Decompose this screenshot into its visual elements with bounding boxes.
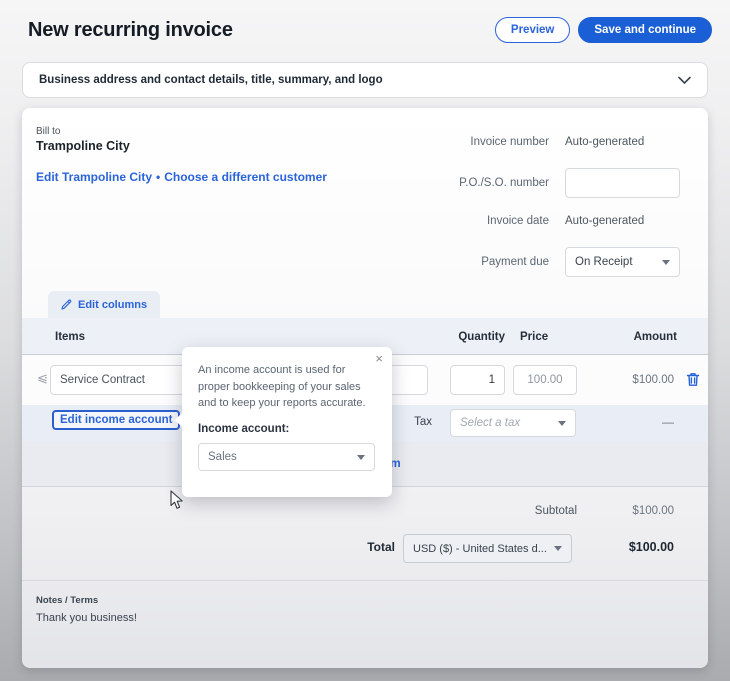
invoice-date-row: Invoice date Auto-generated xyxy=(487,215,680,227)
preview-button[interactable]: Preview xyxy=(494,17,571,43)
invoice-date-value: Auto-generated xyxy=(565,215,645,227)
payment-due-row: Payment due On Receipt xyxy=(481,247,680,277)
bill-to-label: Bill to xyxy=(36,126,61,137)
invoice-number-value: Auto-generated xyxy=(565,136,645,148)
link-separator: • xyxy=(156,170,161,184)
total-label: Total xyxy=(367,540,395,554)
customer-name: Trampoline City xyxy=(36,139,130,153)
pencil-icon xyxy=(61,299,72,310)
amount-column-header: Amount xyxy=(633,331,677,343)
caret-down-icon xyxy=(554,546,562,551)
trash-icon[interactable] xyxy=(686,372,700,387)
currency-select[interactable]: USD ($) - United States d... xyxy=(403,534,572,563)
edit-columns-label: Edit columns xyxy=(78,298,148,311)
invoice-date-label: Invoice date xyxy=(486,215,549,227)
caret-down-icon xyxy=(662,259,670,265)
po-number-input[interactable] xyxy=(565,168,680,198)
item-amount-value: $100.00 xyxy=(632,374,674,386)
drag-handle-icon[interactable]: ⩿ xyxy=(37,371,48,384)
po-number-label: P.O./S.O. number xyxy=(459,177,549,189)
tax-select[interactable]: Select a tax xyxy=(450,409,576,437)
income-account-tooltip: × An income account is used for proper b… xyxy=(174,347,392,497)
notes-terms-value[interactable]: Thank you business! xyxy=(36,612,137,624)
currency-value: USD ($) - United States d... xyxy=(413,542,547,555)
item-price-input[interactable] xyxy=(513,365,577,395)
edit-columns-button[interactable]: Edit columns xyxy=(48,291,161,318)
tooltip-body-text: An income account is used for proper boo… xyxy=(198,364,366,410)
header-actions: Preview Save and continue xyxy=(494,17,712,43)
items-column-header: Items xyxy=(55,331,86,343)
income-account-label: Income account: xyxy=(198,423,290,436)
close-icon[interactable]: × xyxy=(375,351,383,367)
income-account-value: Sales xyxy=(208,451,237,464)
subtotal-value: $100.00 xyxy=(632,505,674,517)
tax-amount-value: — xyxy=(662,415,674,429)
customer-links: Edit Trampoline City • Choose a different … xyxy=(36,170,327,184)
edit-income-account-link[interactable]: Edit income account xyxy=(52,410,181,430)
accordion-label: Business address and contact details, ti… xyxy=(39,74,383,86)
payment-due-label: Payment due xyxy=(481,256,549,268)
payment-due-value: On Receipt xyxy=(575,256,633,268)
notes-divider xyxy=(22,580,708,581)
po-number-row: P.O./S.O. number xyxy=(459,168,680,198)
tax-select-placeholder: Select a tax xyxy=(460,417,521,429)
save-and-continue-button[interactable]: Save and continue xyxy=(578,17,712,43)
quantity-column-header: Quantity xyxy=(458,331,505,343)
caret-down-icon xyxy=(558,420,566,426)
item-quantity-input[interactable] xyxy=(450,365,505,395)
notes-terms-label: Notes / Terms xyxy=(36,595,99,606)
invoice-number-label: Invoice number xyxy=(470,136,549,148)
chevron-down-icon xyxy=(678,76,691,85)
subtotal-label: Subtotal xyxy=(534,505,577,517)
caret-down-icon xyxy=(357,454,365,460)
total-value: $100.00 xyxy=(628,540,674,554)
business-details-accordion[interactable]: Business address and contact details, ti… xyxy=(22,62,708,98)
invoice-number-row: Invoice number Auto-generated xyxy=(470,136,680,148)
page-header: New recurring invoice Preview Save and c… xyxy=(28,17,712,43)
new-recurring-invoice-page: New recurring invoice Preview Save and c… xyxy=(0,0,730,681)
edit-customer-link[interactable]: Edit Trampoline City xyxy=(36,170,152,184)
payment-due-select[interactable]: On Receipt xyxy=(565,247,680,277)
income-account-select[interactable]: Sales xyxy=(198,443,375,472)
choose-different-customer-link[interactable]: Choose a different customer xyxy=(164,170,327,184)
tax-label: Tax xyxy=(414,416,432,428)
price-column-header: Price xyxy=(520,331,549,343)
page-title: New recurring invoice xyxy=(28,18,233,41)
